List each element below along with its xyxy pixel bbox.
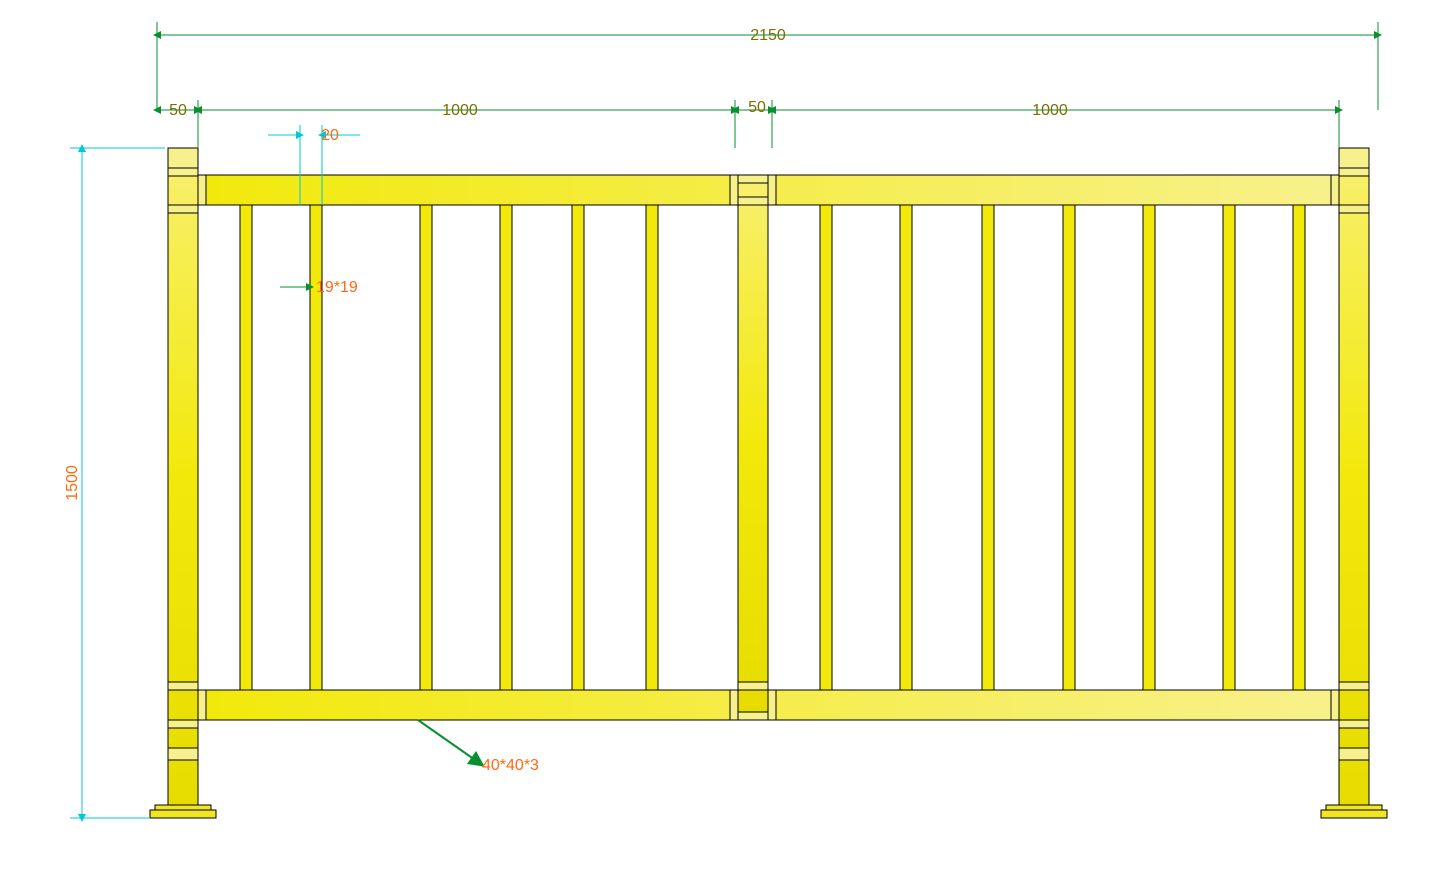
rail-joint bbox=[730, 690, 738, 720]
dim-total-width-label: 2150 bbox=[750, 27, 786, 44]
dim-height-label: 1500 bbox=[64, 465, 81, 501]
dim-gap-50-left: 50 bbox=[169, 102, 187, 119]
pickets-left bbox=[240, 205, 658, 690]
rail-joint bbox=[1331, 175, 1339, 205]
rail-joint bbox=[198, 690, 206, 720]
rail-joint bbox=[198, 175, 206, 205]
rail-joint bbox=[768, 690, 776, 720]
dim-span-1: 1000 bbox=[442, 102, 478, 119]
note-rail-spec: 40*40*3 bbox=[418, 720, 539, 774]
dim-height: 1500 bbox=[64, 148, 165, 818]
note-picket-spec-label: 19*19 bbox=[316, 279, 358, 296]
fence-drawing: 2150 50 1000 50 1000 20 19*19 40*40*3 bbox=[0, 0, 1443, 878]
dim-span-2: 1000 bbox=[1032, 102, 1068, 119]
post-middle bbox=[738, 175, 768, 720]
dim-total-width: 2150 bbox=[157, 22, 1378, 110]
rail-joint bbox=[730, 175, 738, 205]
note-picket-spec: 19*19 bbox=[280, 279, 358, 296]
dim-picket-width-label: 20 bbox=[321, 127, 339, 144]
dim-gap-50-mid: 50 bbox=[748, 99, 766, 116]
note-rail-spec-label: 40*40*3 bbox=[482, 757, 539, 774]
rail-joint bbox=[1331, 690, 1339, 720]
pickets-right bbox=[820, 205, 1305, 690]
rail-joint bbox=[768, 175, 776, 205]
